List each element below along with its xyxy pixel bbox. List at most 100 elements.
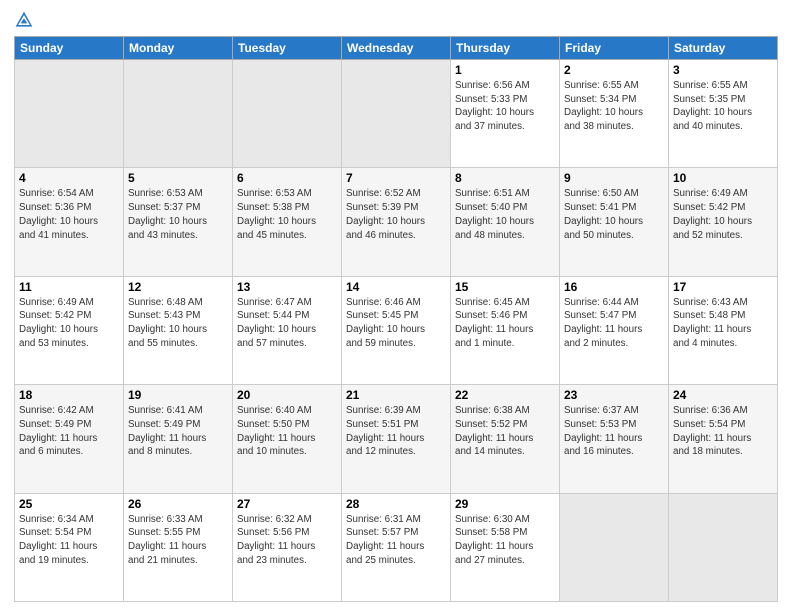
day-info: Sunrise: 6:34 AM Sunset: 5:54 PM Dayligh… bbox=[19, 513, 119, 568]
day-number: 4 bbox=[19, 171, 119, 185]
weekday-thursday: Thursday bbox=[451, 37, 560, 60]
day-info: Sunrise: 6:53 AM Sunset: 5:37 PM Dayligh… bbox=[128, 187, 228, 242]
day-number: 21 bbox=[346, 388, 446, 402]
day-info: Sunrise: 6:30 AM Sunset: 5:58 PM Dayligh… bbox=[455, 513, 555, 568]
day-number: 1 bbox=[455, 63, 555, 77]
day-info: Sunrise: 6:31 AM Sunset: 5:57 PM Dayligh… bbox=[346, 513, 446, 568]
calendar-cell: 8 Sunrise: 6:51 AM Sunset: 5:40 PM Daylig… bbox=[451, 168, 560, 276]
day-info: Sunrise: 6:55 AM Sunset: 5:35 PM Dayligh… bbox=[673, 79, 773, 134]
day-number: 15 bbox=[455, 280, 555, 294]
day-info: Sunrise: 6:53 AM Sunset: 5:38 PM Dayligh… bbox=[237, 187, 337, 242]
day-info: Sunrise: 6:36 AM Sunset: 5:54 PM Dayligh… bbox=[673, 404, 773, 459]
calendar-cell: 21 Sunrise: 6:39 AM Sunset: 5:51 PM Dayli… bbox=[342, 385, 451, 493]
day-info: Sunrise: 6:46 AM Sunset: 5:45 PM Dayligh… bbox=[346, 296, 446, 351]
weekday-sunday: Sunday bbox=[15, 37, 124, 60]
calendar-week-2: 11 Sunrise: 6:49 AM Sunset: 5:42 PM Dayli… bbox=[15, 276, 778, 384]
calendar-cell: 14 Sunrise: 6:46 AM Sunset: 5:45 PM Dayli… bbox=[342, 276, 451, 384]
day-info: Sunrise: 6:43 AM Sunset: 5:48 PM Dayligh… bbox=[673, 296, 773, 351]
weekday-monday: Monday bbox=[124, 37, 233, 60]
calendar-cell: 25 Sunrise: 6:34 AM Sunset: 5:54 PM Dayli… bbox=[15, 493, 124, 601]
day-number: 20 bbox=[237, 388, 337, 402]
weekday-wednesday: Wednesday bbox=[342, 37, 451, 60]
day-info: Sunrise: 6:51 AM Sunset: 5:40 PM Dayligh… bbox=[455, 187, 555, 242]
day-number: 22 bbox=[455, 388, 555, 402]
day-number: 11 bbox=[19, 280, 119, 294]
header bbox=[14, 10, 778, 30]
calendar-cell bbox=[233, 60, 342, 168]
calendar-cell: 19 Sunrise: 6:41 AM Sunset: 5:49 PM Dayli… bbox=[124, 385, 233, 493]
day-number: 12 bbox=[128, 280, 228, 294]
weekday-friday: Friday bbox=[560, 37, 669, 60]
day-number: 27 bbox=[237, 497, 337, 511]
calendar-cell: 20Sunrise: 6:40 AM Sunset: 5:50 PM Dayli… bbox=[233, 385, 342, 493]
calendar-cell: 7 Sunrise: 6:52 AM Sunset: 5:39 PM Daylig… bbox=[342, 168, 451, 276]
calendar-cell: 26 Sunrise: 6:33 AM Sunset: 5:55 PM Dayli… bbox=[124, 493, 233, 601]
day-number: 28 bbox=[346, 497, 446, 511]
calendar-cell bbox=[15, 60, 124, 168]
calendar-cell: 1 Sunrise: 6:56 AM Sunset: 5:33 PM Daylig… bbox=[451, 60, 560, 168]
calendar-cell: 5 Sunrise: 6:53 AM Sunset: 5:37 PM Daylig… bbox=[124, 168, 233, 276]
weekday-tuesday: Tuesday bbox=[233, 37, 342, 60]
day-number: 18 bbox=[19, 388, 119, 402]
day-number: 16 bbox=[564, 280, 664, 294]
day-number: 10 bbox=[673, 171, 773, 185]
day-info: Sunrise: 6:45 AM Sunset: 5:46 PM Dayligh… bbox=[455, 296, 555, 351]
day-info: Sunrise: 6:37 AM Sunset: 5:53 PM Dayligh… bbox=[564, 404, 664, 459]
day-number: 8 bbox=[455, 171, 555, 185]
day-info: Sunrise: 6:41 AM Sunset: 5:49 PM Dayligh… bbox=[128, 404, 228, 459]
day-info: Sunrise: 6:49 AM Sunset: 5:42 PM Dayligh… bbox=[673, 187, 773, 242]
calendar-cell: 2 Sunrise: 6:55 AM Sunset: 5:34 PM Daylig… bbox=[560, 60, 669, 168]
day-number: 13 bbox=[237, 280, 337, 294]
day-number: 6 bbox=[237, 171, 337, 185]
day-info: Sunrise: 6:44 AM Sunset: 5:47 PM Dayligh… bbox=[564, 296, 664, 351]
day-info: Sunrise: 6:42 AM Sunset: 5:49 PM Dayligh… bbox=[19, 404, 119, 459]
calendar-cell bbox=[124, 60, 233, 168]
calendar-week-1: 4 Sunrise: 6:54 AM Sunset: 5:36 PM Daylig… bbox=[15, 168, 778, 276]
calendar-cell: 28 Sunrise: 6:31 AM Sunset: 5:57 PM Dayli… bbox=[342, 493, 451, 601]
calendar-cell bbox=[560, 493, 669, 601]
calendar-cell: 6 Sunrise: 6:53 AM Sunset: 5:38 PM Daylig… bbox=[233, 168, 342, 276]
day-info: Sunrise: 6:47 AM Sunset: 5:44 PM Dayligh… bbox=[237, 296, 337, 351]
day-number: 19 bbox=[128, 388, 228, 402]
calendar-week-4: 25 Sunrise: 6:34 AM Sunset: 5:54 PM Dayli… bbox=[15, 493, 778, 601]
day-number: 3 bbox=[673, 63, 773, 77]
day-info: Sunrise: 6:50 AM Sunset: 5:41 PM Dayligh… bbox=[564, 187, 664, 242]
day-info: Sunrise: 6:55 AM Sunset: 5:34 PM Dayligh… bbox=[564, 79, 664, 134]
logo-icon bbox=[14, 10, 34, 30]
day-info: Sunrise: 6:33 AM Sunset: 5:55 PM Dayligh… bbox=[128, 513, 228, 568]
day-number: 25 bbox=[19, 497, 119, 511]
day-number: 24 bbox=[673, 388, 773, 402]
calendar-cell: 13 Sunrise: 6:47 AM Sunset: 5:44 PM Dayli… bbox=[233, 276, 342, 384]
day-number: 2 bbox=[564, 63, 664, 77]
day-info: Sunrise: 6:56 AM Sunset: 5:33 PM Dayligh… bbox=[455, 79, 555, 134]
day-info: Sunrise: 6:54 AM Sunset: 5:36 PM Dayligh… bbox=[19, 187, 119, 242]
page: SundayMondayTuesdayWednesdayThursdayFrid… bbox=[0, 0, 792, 612]
day-number: 14 bbox=[346, 280, 446, 294]
logo bbox=[14, 10, 38, 30]
calendar-cell: 27Sunrise: 6:32 AM Sunset: 5:56 PM Dayli… bbox=[233, 493, 342, 601]
calendar-cell: 9 Sunrise: 6:50 AM Sunset: 5:41 PM Daylig… bbox=[560, 168, 669, 276]
day-info: Sunrise: 6:48 AM Sunset: 5:43 PM Dayligh… bbox=[128, 296, 228, 351]
calendar-cell: 15 Sunrise: 6:45 AM Sunset: 5:46 PM Dayli… bbox=[451, 276, 560, 384]
calendar-table: SundayMondayTuesdayWednesdayThursdayFrid… bbox=[14, 36, 778, 602]
calendar-cell bbox=[669, 493, 778, 601]
calendar-week-0: 1 Sunrise: 6:56 AM Sunset: 5:33 PM Daylig… bbox=[15, 60, 778, 168]
day-number: 26 bbox=[128, 497, 228, 511]
calendar-cell: 12 Sunrise: 6:48 AM Sunset: 5:43 PM Dayli… bbox=[124, 276, 233, 384]
calendar-cell: 4 Sunrise: 6:54 AM Sunset: 5:36 PM Daylig… bbox=[15, 168, 124, 276]
day-info: Sunrise: 6:39 AM Sunset: 5:51 PM Dayligh… bbox=[346, 404, 446, 459]
day-number: 7 bbox=[346, 171, 446, 185]
day-number: 23 bbox=[564, 388, 664, 402]
weekday-header-row: SundayMondayTuesdayWednesdayThursdayFrid… bbox=[15, 37, 778, 60]
calendar-cell bbox=[342, 60, 451, 168]
day-info: Sunrise: 6:52 AM Sunset: 5:39 PM Dayligh… bbox=[346, 187, 446, 242]
day-number: 5 bbox=[128, 171, 228, 185]
day-number: 29 bbox=[455, 497, 555, 511]
calendar-cell: 10 Sunrise: 6:49 AM Sunset: 5:42 PM Dayli… bbox=[669, 168, 778, 276]
day-number: 9 bbox=[564, 171, 664, 185]
calendar-week-3: 18 Sunrise: 6:42 AM Sunset: 5:49 PM Dayli… bbox=[15, 385, 778, 493]
weekday-saturday: Saturday bbox=[669, 37, 778, 60]
day-info: Sunrise: 6:49 AM Sunset: 5:42 PM Dayligh… bbox=[19, 296, 119, 351]
calendar-cell: 22Sunrise: 6:38 AM Sunset: 5:52 PM Dayli… bbox=[451, 385, 560, 493]
day-number: 17 bbox=[673, 280, 773, 294]
